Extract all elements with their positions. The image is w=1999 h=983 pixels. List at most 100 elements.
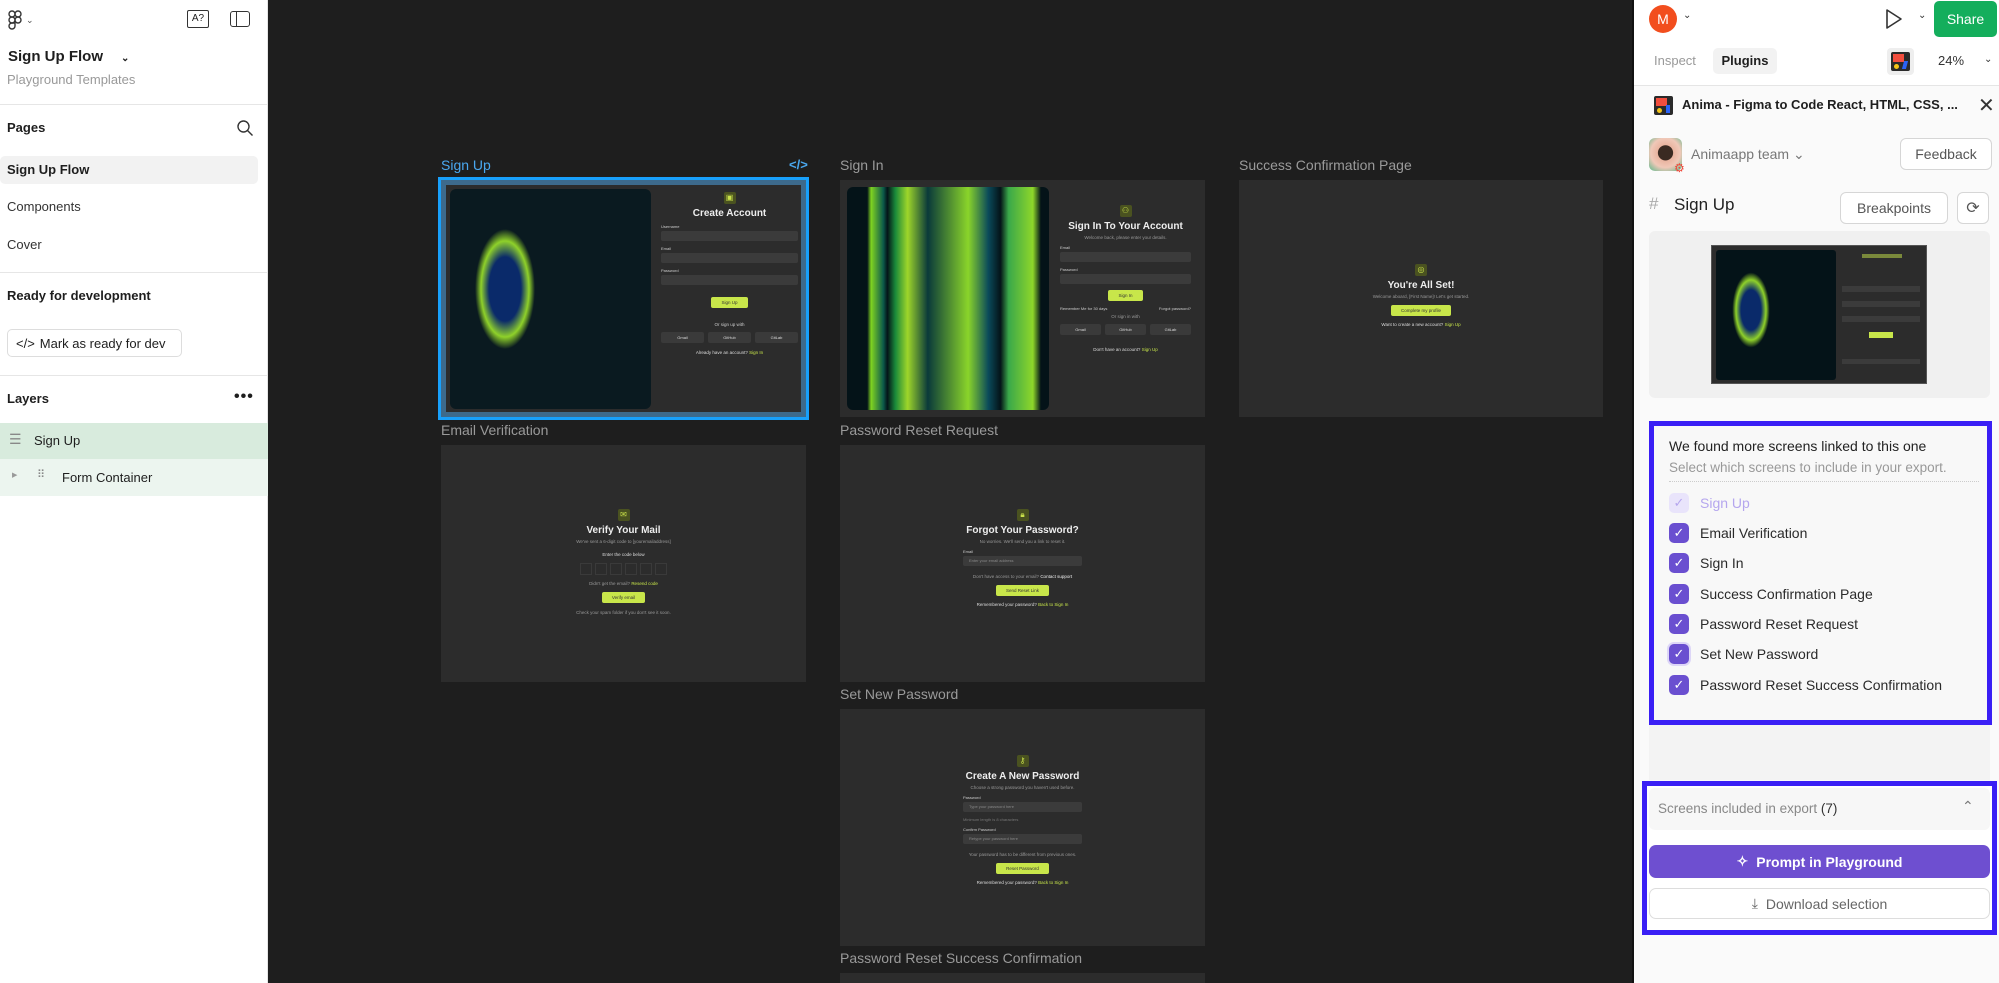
- anima-logo-icon: [1654, 96, 1673, 115]
- frame-label-reset-request[interactable]: Password Reset Request: [840, 422, 998, 438]
- code-icon[interactable]: </>: [789, 157, 808, 172]
- screen-checkbox-set-new-password[interactable]: ✓ Set New Password: [1669, 644, 1818, 664]
- screen-checkbox-success-confirmation[interactable]: ✓ Success Confirmation Page: [1669, 584, 1873, 604]
- code-label: Enter the code below: [602, 552, 645, 557]
- layer-row-form-container[interactable]: ▶ ⠿ Form Container: [0, 459, 268, 496]
- chevron-down-icon: ⌄: [1792, 146, 1805, 162]
- footer-link: Back to Sign In: [1038, 602, 1069, 607]
- feedback-button[interactable]: Feedback: [1900, 138, 1992, 170]
- anima-plugin-icon[interactable]: [1887, 48, 1914, 75]
- sparkle-icon: ✧: [1736, 853, 1749, 869]
- chevron-down-icon[interactable]: ⌄: [1984, 54, 1992, 65]
- chevron-down-icon[interactable]: ⌄: [1683, 10, 1691, 21]
- page-item-cover[interactable]: Cover: [7, 237, 42, 252]
- selected-frame-name: Sign Up: [1674, 195, 1735, 214]
- page-item-sign-up-flow[interactable]: Sign Up Flow: [0, 156, 258, 184]
- close-plugin-icon[interactable]: ✕: [1978, 93, 1995, 118]
- linked-screens-subheading: Select which screens to include in your …: [1669, 460, 1947, 475]
- panel-spacer: [1649, 725, 1990, 780]
- frame-subtitle: No worries. We'll send you a link to res…: [979, 539, 1066, 544]
- remember-me: Remember Me for 30 days: [1060, 306, 1108, 311]
- frame-preview: [1649, 231, 1990, 398]
- export-panel: Screens included in export (7) ⌃ ✧ Prompt…: [1642, 781, 1997, 935]
- design-canvas[interactable]: Sign Up </> ▣ Create Account Username Em…: [269, 0, 1630, 983]
- expand-arrow-icon[interactable]: ▶: [12, 471, 17, 479]
- team-selector[interactable]: Animaapp team ⌄: [1691, 146, 1805, 163]
- frame-label-email-verification[interactable]: Email Verification: [441, 422, 548, 438]
- checkbox-checked-icon[interactable]: ✓: [1669, 614, 1689, 634]
- checkbox-checked-icon[interactable]: ✓: [1669, 675, 1689, 695]
- password-input: [1060, 274, 1191, 284]
- footer-text: Don't have an account?: [1093, 347, 1141, 352]
- frame-label-sign-in[interactable]: Sign In: [840, 157, 884, 173]
- preview-image: [1711, 245, 1927, 384]
- footer-link: Sign Up: [1141, 347, 1158, 352]
- frame-heading: You're All Set!: [1387, 280, 1455, 291]
- password-note: Your password has to be different from p…: [968, 852, 1077, 857]
- checkbox-checked-icon[interactable]: ✓: [1669, 584, 1689, 604]
- page-item-components[interactable]: Components: [7, 199, 81, 214]
- divider-text: Or sign in with: [1111, 314, 1140, 319]
- prompt-in-playground-button[interactable]: ✧ Prompt in Playground: [1649, 845, 1990, 878]
- screen-checkbox-email-verification[interactable]: ✓ Email Verification: [1669, 523, 1807, 543]
- settings-gear-icon: ⚙: [1674, 161, 1685, 175]
- zoom-level[interactable]: 24%: [1938, 53, 1964, 68]
- confirm-password-input: Retype your password here: [963, 834, 1082, 844]
- field-label: Password: [661, 268, 679, 273]
- layer-label: Sign Up: [34, 433, 81, 448]
- tab-inspect[interactable]: Inspect: [1654, 53, 1696, 68]
- field-label: Password: [963, 795, 981, 800]
- verify-email-button: Verify email: [601, 592, 646, 603]
- layers-more-icon[interactable]: •••: [234, 388, 254, 406]
- left-sidebar: ⌄ A? Sign Up Flow ⌄ Playground Templates …: [0, 0, 268, 983]
- field-label: Email: [1060, 245, 1071, 250]
- text-tool-button[interactable]: A?: [187, 10, 209, 28]
- file-title[interactable]: Sign Up Flow ⌄: [8, 48, 129, 65]
- user-icon: ⚇: [1119, 205, 1132, 217]
- figma-menu-button[interactable]: ⌄: [8, 9, 42, 31]
- screen-checkbox-sign-in[interactable]: ✓ Sign In: [1669, 553, 1744, 573]
- gmail-button: Gmail: [661, 332, 704, 343]
- share-button[interactable]: Share: [1934, 1, 1997, 37]
- frame-email-verification[interactable]: ✉ Verify Your Mail We've sent a 6-digit …: [441, 445, 806, 682]
- checkbox-checked-icon[interactable]: ✓: [1669, 523, 1689, 543]
- frame-password-reset-request[interactable]: 🔒︎ Forgot Your Password? No worries. We'…: [840, 445, 1205, 682]
- frame-sign-in[interactable]: ⚇ Sign In To Your Account Welcome back, …: [840, 180, 1205, 417]
- frame-success-confirmation[interactable]: ◎ You're All Set! Welcome aboard, [First…: [1239, 180, 1603, 417]
- refresh-button[interactable]: ⟳: [1957, 192, 1989, 224]
- screens-included-toggle[interactable]: Screens included in export (7) ⌃: [1649, 788, 1990, 830]
- plugin-title: Anima - Figma to Code React, HTML, CSS, …: [1682, 97, 1958, 112]
- frame-set-new-password[interactable]: ⚷ Create A New Password Choose a strong …: [840, 709, 1205, 946]
- checkbox-checked-icon[interactable]: ✓: [1669, 553, 1689, 573]
- frame-sign-up[interactable]: ▣ Create Account Username Email Password…: [438, 177, 809, 420]
- screen-label: Sign Up: [1700, 495, 1750, 511]
- footer-text: Already have an account?: [695, 350, 748, 355]
- tab-plugins[interactable]: Plugins: [1713, 48, 1777, 74]
- mark-ready-label: Mark as ready for dev: [39, 335, 166, 351]
- pages-heading: Pages: [7, 120, 46, 135]
- screen-checkbox-password-reset-request[interactable]: ✓ Password Reset Request: [1669, 614, 1858, 634]
- frame-label-success[interactable]: Success Confirmation Page: [1239, 157, 1412, 173]
- layer-row-sign-up[interactable]: ☰ Sign Up: [0, 423, 268, 459]
- present-play-icon[interactable]: [1885, 8, 1903, 35]
- mark-ready-button[interactable]: </> Mark as ready for dev: [7, 329, 182, 357]
- username-input: [661, 231, 798, 241]
- linked-screens-heading: We found more screens linked to this one: [1669, 438, 1927, 454]
- resend-text: Didn't get the email?: [589, 581, 631, 586]
- checkbox-checked-icon[interactable]: ✓: [1669, 644, 1689, 664]
- footer-text: Remembered your password?: [976, 880, 1037, 885]
- frame-label-reset-success[interactable]: Password Reset Success Confirmation: [840, 950, 1082, 966]
- screen-checkbox-password-reset-success[interactable]: ✓ Password Reset Success Confirmation: [1669, 675, 1942, 695]
- screen-label: Password Reset Request: [1700, 616, 1858, 632]
- chevron-down-icon[interactable]: ⌄: [1918, 10, 1926, 21]
- breakpoints-button[interactable]: Breakpoints: [1840, 192, 1948, 224]
- search-pages-icon[interactable]: [236, 119, 254, 137]
- frame-label-set-new-password[interactable]: Set New Password: [840, 686, 958, 702]
- export-label: Screens included in export: [1658, 801, 1818, 816]
- frame-password-reset-success[interactable]: [840, 973, 1205, 983]
- footer-link: Sign In: [749, 350, 764, 355]
- download-selection-button[interactable]: ⤓ Download selection: [1649, 888, 1990, 919]
- sidebar-toggle-icon[interactable]: [230, 11, 250, 27]
- user-avatar[interactable]: M: [1649, 5, 1677, 33]
- frame-label-sign-up[interactable]: Sign Up: [441, 157, 491, 173]
